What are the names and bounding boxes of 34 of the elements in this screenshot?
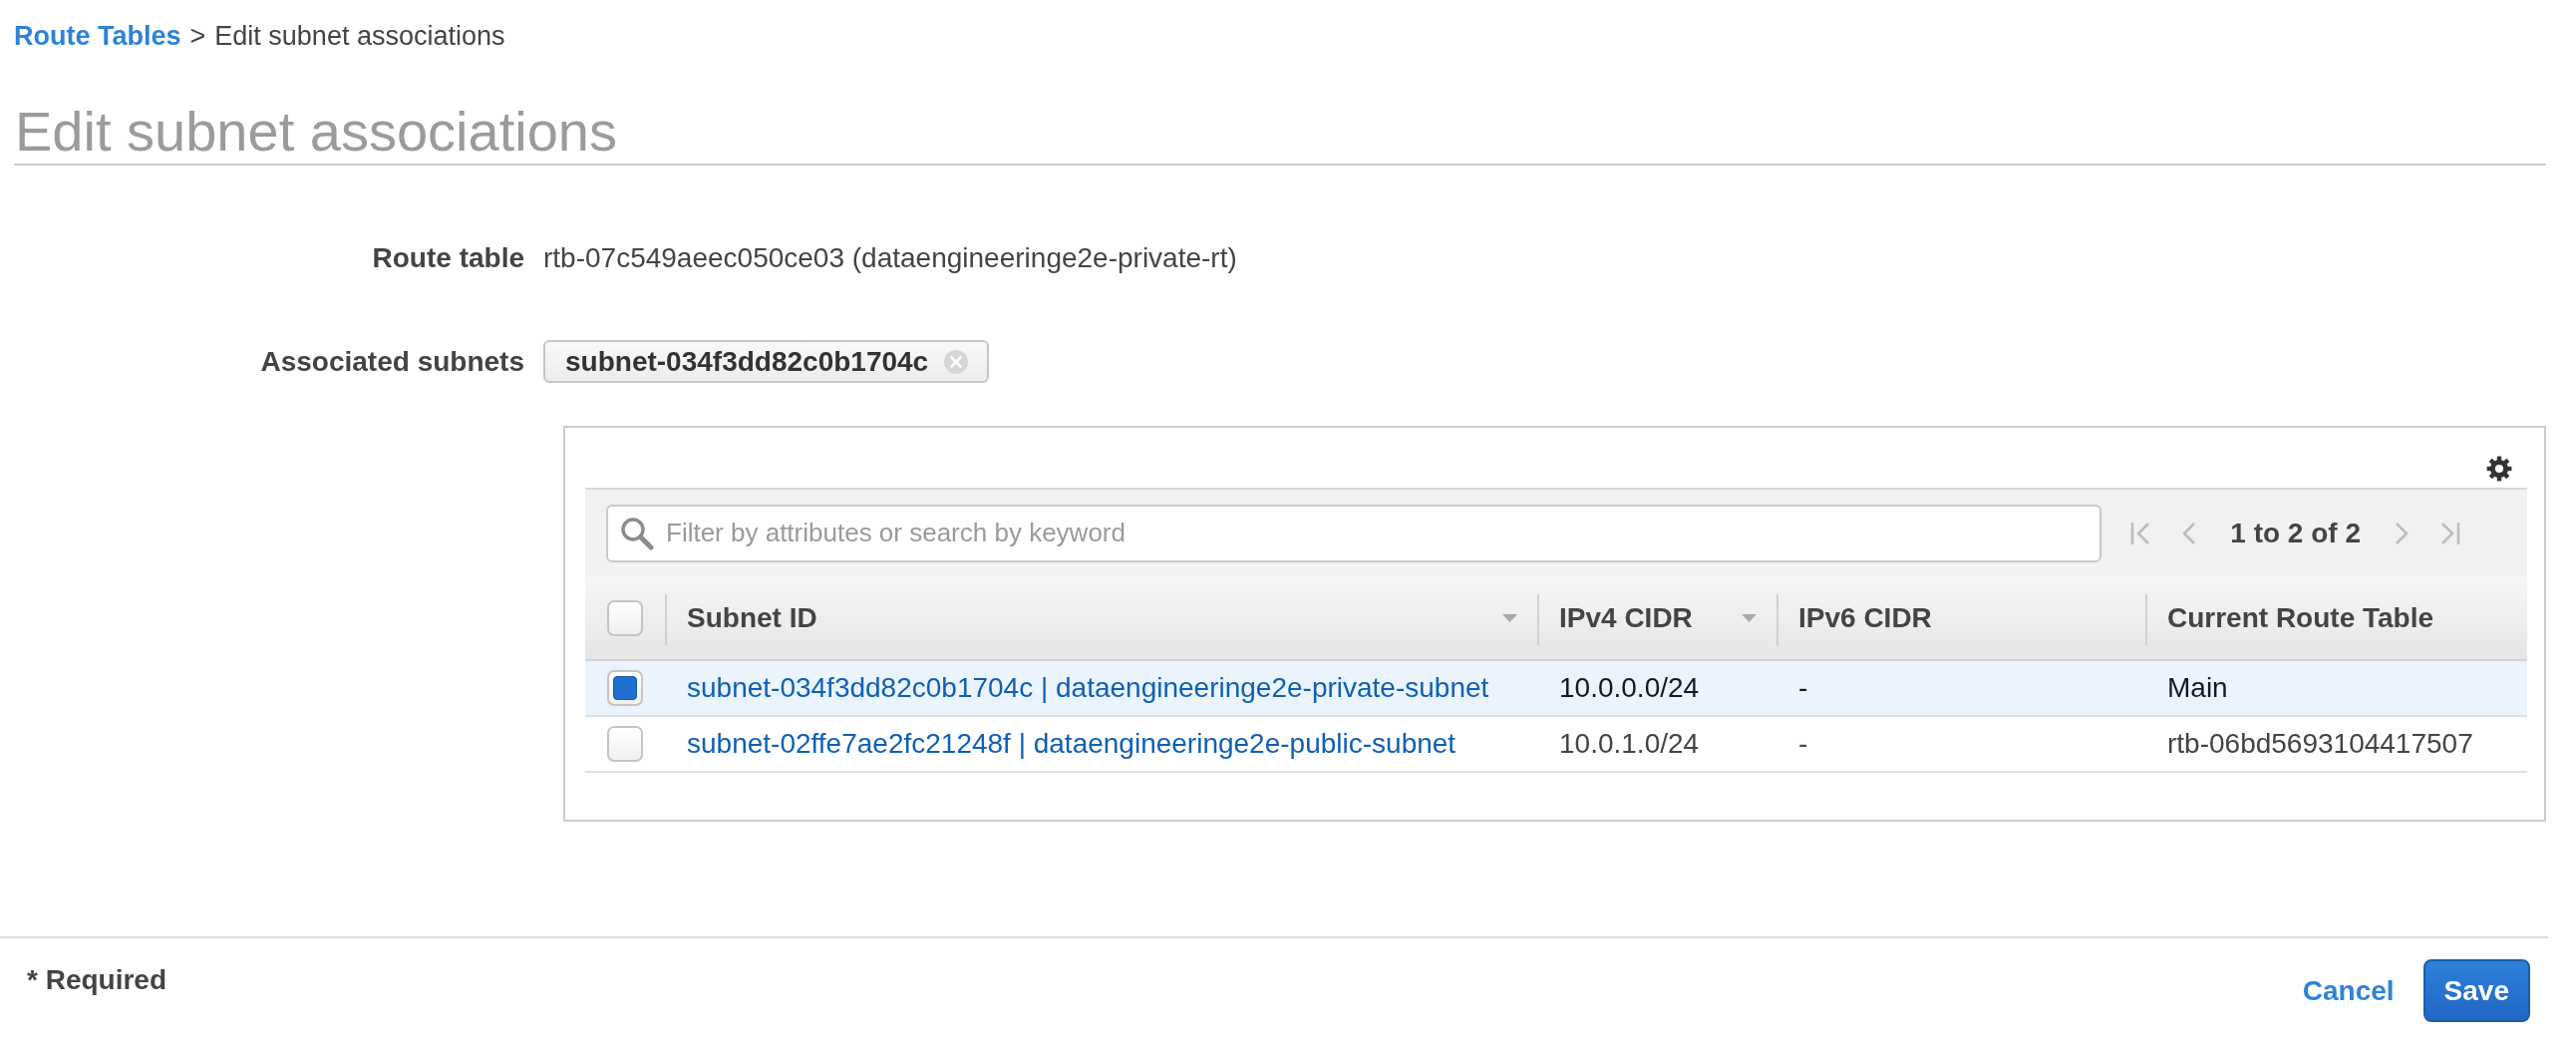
breadcrumb-link[interactable]: Route Tables	[14, 19, 181, 53]
settings-icon[interactable]	[2486, 456, 2512, 482]
table-cell: 10.0.0.0/24	[1559, 672, 1700, 704]
column-header[interactable]: IPv4 CIDR	[1559, 601, 1693, 634]
subnet-chip-text: subnet-034f3dd82c0b1704c	[565, 345, 929, 378]
table-cell: Main	[2167, 672, 2228, 704]
field-label: Route table	[372, 242, 524, 273]
column-header: Current Route Table	[2167, 601, 2434, 634]
page-title: Edit subnet associations	[15, 100, 617, 164]
caret-icon[interactable]	[1742, 613, 1757, 622]
cancel-button[interactable]: Cancel	[2302, 974, 2395, 1007]
caret-icon[interactable]	[1502, 613, 1517, 622]
select-all-checkbox[interactable]	[607, 599, 643, 636]
breadcrumb-current: Edit subnet associations	[214, 20, 505, 53]
page-range: 1 to 2 of 2	[2230, 517, 2361, 549]
table-cell: rtb-06bd5693104417507	[2167, 728, 2473, 760]
column-header[interactable]: Subnet ID	[687, 601, 817, 634]
row-checkbox[interactable]	[607, 670, 643, 706]
save-button[interactable]: Save	[2422, 959, 2530, 1022]
table-cell: -	[1798, 728, 1808, 760]
table-cell: 10.0.1.0/24	[1559, 728, 1700, 760]
field-label: Associated subnets	[260, 345, 524, 377]
breadcrumb-separator: >	[189, 20, 206, 53]
subnet-link[interactable]: subnet-02ffe7ae2fc21248f | dataengineeringe2e-public-subnet	[687, 728, 1456, 760]
search-icon	[620, 516, 654, 550]
subnet-link[interactable]: subnet-034f3dd82c0b1704c | dataengineeringe2e-private-subnet	[687, 672, 1489, 704]
table-cell: -	[1798, 672, 1808, 704]
column-header: IPv6 CIDR	[1798, 601, 1932, 634]
close-icon[interactable]	[944, 349, 969, 374]
row-checkbox[interactable]	[607, 726, 643, 762]
route-table-value: rtb-07c549aeec050ce03 (dataengineeringe2e-private-rt)	[543, 242, 1237, 273]
search-field[interactable]: Filter by attributes or search by keyword	[606, 504, 2102, 562]
table-row[interactable]: subnet-034f3dd82c0b1704c | dataengineeringe2e-private-subnet 10.0.0.0/24 - Main	[585, 661, 2527, 717]
required-note: * Required	[27, 964, 167, 996]
